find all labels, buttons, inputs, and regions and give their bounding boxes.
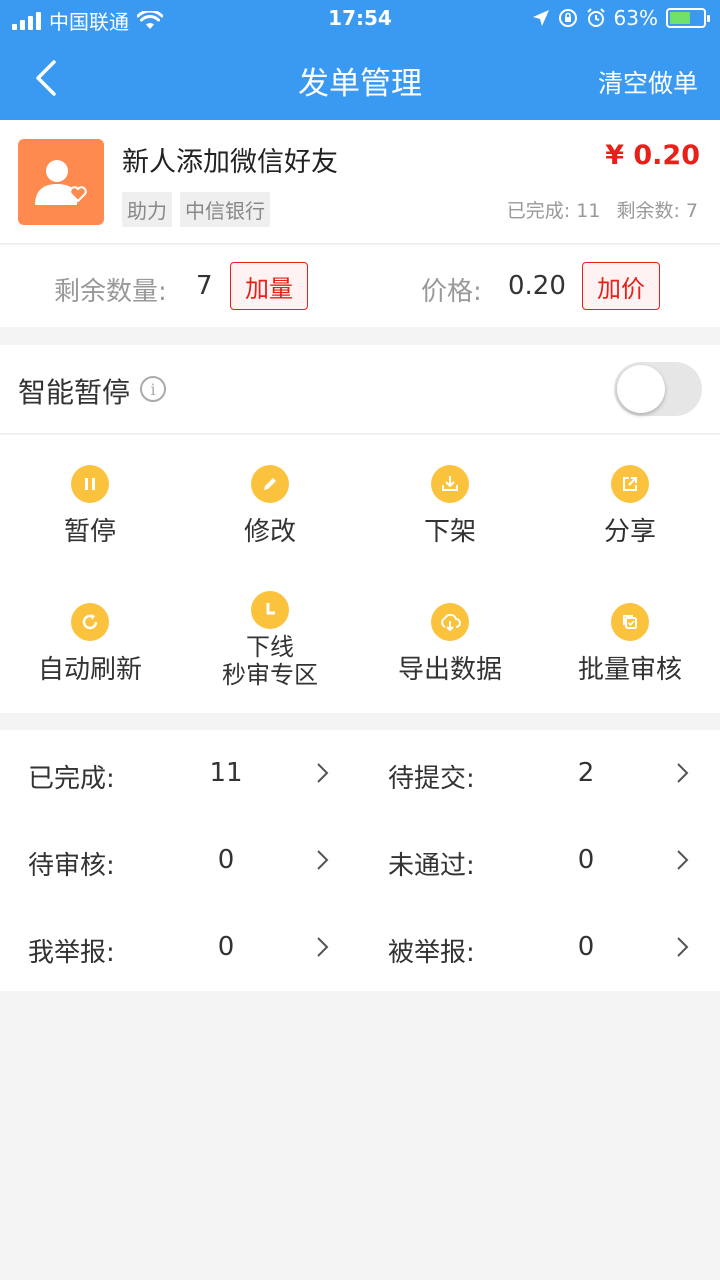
user-heart-icon	[35, 160, 87, 205]
stat-value: 11	[209, 758, 243, 788]
rotation-lock-icon	[558, 9, 577, 27]
stat-label: 我举报:	[28, 938, 115, 968]
price-label: 价格:	[421, 277, 482, 307]
toggle-knob	[617, 365, 665, 413]
action-label: 分享	[603, 517, 656, 547]
stat-pending-submit[interactable]: 待提交: 2	[360, 730, 720, 817]
task-card[interactable]: 新人添加微信好友 ¥ 0.20 助力 中信银行 已完成: 11 剩余数: 7	[0, 120, 720, 244]
clock-icon	[251, 591, 289, 629]
delist-action[interactable]: 下架	[360, 465, 540, 547]
pause-icon	[71, 465, 109, 503]
app-header: 中国联通 17:54 63% 发单管理 清空做单	[0, 0, 720, 120]
stat-rejected[interactable]: 未通过: 0	[360, 817, 720, 904]
share-action[interactable]: 分享	[540, 465, 720, 547]
chevron-right-icon	[677, 763, 689, 783]
pencil-icon	[251, 465, 289, 503]
location-arrow-icon	[532, 10, 549, 26]
edit-action[interactable]: 修改	[180, 465, 360, 547]
chevron-right-icon	[317, 937, 329, 957]
auto-refresh-action[interactable]: 自动刷新	[0, 603, 180, 685]
action-label-line1: 下线	[246, 633, 294, 661]
stat-value: 0	[577, 932, 595, 962]
stat-my-reports[interactable]: 我举报: 0	[0, 904, 360, 991]
task-stats: 已完成: 11 剩余数: 7	[497, 196, 698, 223]
task-tags: 助力 中信银行	[122, 192, 270, 227]
chevron-right-icon	[677, 850, 689, 870]
remaining-quantity-value: 7	[196, 271, 213, 301]
status-right: 63%	[532, 6, 710, 30]
remaining-count: 剩余数: 7	[616, 200, 698, 222]
add-quantity-button[interactable]: 加量	[230, 262, 308, 310]
stat-value: 2	[577, 758, 595, 788]
action-label: 自动刷新	[37, 655, 142, 685]
task-title: 新人添加微信好友	[122, 147, 338, 178]
action-label: 修改	[243, 517, 296, 547]
add-price-button[interactable]: 加价	[582, 262, 660, 310]
task-price: ¥ 0.20	[605, 140, 700, 171]
tag: 中信银行	[180, 192, 270, 227]
stat-label: 已完成:	[28, 764, 115, 794]
stat-reported[interactable]: 被举报: 0	[360, 904, 720, 991]
batch-review-action[interactable]: 批量审核	[540, 603, 720, 685]
stat-completed[interactable]: 已完成: 11	[0, 730, 360, 817]
tag: 助力	[122, 192, 172, 227]
stat-label: 未通过:	[388, 851, 475, 881]
stat-value: 0	[217, 932, 235, 962]
pause-action[interactable]: 暂停	[0, 465, 180, 547]
export-data-action[interactable]: 导出数据	[360, 603, 540, 685]
nav-bar: 发单管理 清空做单	[0, 40, 720, 120]
clear-orders-button[interactable]: 清空做单	[598, 64, 698, 100]
action-label: 暂停	[63, 517, 116, 547]
chevron-right-icon	[677, 937, 689, 957]
battery-percent: 63%	[613, 6, 658, 30]
download-tray-icon	[431, 465, 469, 503]
completed-count: 已完成: 11	[506, 200, 601, 222]
smart-pause-label: 智能暂停	[18, 376, 131, 409]
stat-pending-review[interactable]: 待审核: 0	[0, 817, 360, 904]
action-label-line2: 秒审专区	[222, 661, 318, 689]
smart-pause-toggle[interactable]	[614, 362, 702, 416]
smart-pause-row: 智能暂停 i	[0, 345, 720, 434]
quantity-row: 剩余数量: 7 加量 价格: 0.20 加价	[0, 245, 720, 327]
stat-label: 待审核:	[28, 851, 115, 881]
task-avatar	[18, 139, 104, 225]
alarm-icon	[586, 8, 605, 27]
offline-fast-review-action[interactable]: 下线 秒审专区	[180, 591, 360, 689]
share-icon	[611, 465, 649, 503]
cloud-download-icon	[431, 603, 469, 641]
refresh-icon	[71, 603, 109, 641]
actions-grid: 暂停 修改 下架 分享 自动刷新 下线 秒审专区 导出数据 批量审核	[0, 435, 720, 713]
info-icon[interactable]: i	[140, 376, 166, 402]
price-value: 0.20	[508, 271, 566, 301]
stat-label: 待提交:	[388, 764, 475, 794]
stat-value: 0	[217, 845, 235, 875]
remaining-quantity-label: 剩余数量:	[54, 277, 167, 307]
stat-value: 0	[577, 845, 595, 875]
batch-review-icon	[611, 603, 649, 641]
battery-icon	[666, 8, 710, 28]
stat-label: 被举报:	[388, 938, 475, 968]
stats-grid: 已完成: 11 待提交: 2 待审核: 0 未通过: 0 我举报: 0 被举报:…	[0, 730, 720, 991]
chevron-right-icon	[317, 763, 329, 783]
action-label: 导出数据	[397, 655, 502, 685]
action-label: 下架	[423, 517, 476, 547]
chevron-right-icon	[317, 850, 329, 870]
status-bar: 中国联通 17:54 63%	[0, 0, 720, 38]
action-label: 批量审核	[577, 655, 682, 685]
